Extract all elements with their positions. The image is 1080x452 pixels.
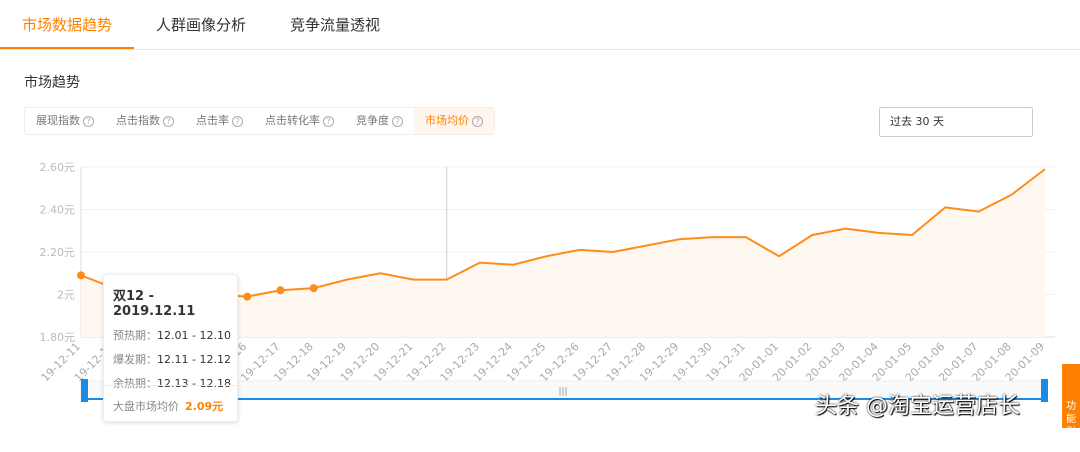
y-tick-label: 2元 <box>57 289 75 302</box>
y-tick-label: 2.20元 <box>40 246 76 259</box>
tooltip-row: 预热期：12.01 - 12.10 <box>104 327 237 343</box>
data-point <box>309 284 318 293</box>
tooltip: 双12 - 2019.12.11 预热期：12.01 - 12.10 爆发期：12… <box>103 274 238 422</box>
y-tick-label: 1.80元 <box>40 331 76 344</box>
tooltip-row-value: 12.11 - 12.12 <box>157 353 231 366</box>
guide-button[interactable]: 功能引导 <box>1062 364 1080 451</box>
zoom-grip-icon: ||| <box>558 387 567 397</box>
tooltip-footer-value: 2.09元 <box>185 400 224 413</box>
tooltip-title: 双12 - 2019.12.11 <box>113 289 196 319</box>
y-tick-label: 2.60元 <box>40 161 76 174</box>
data-point <box>243 292 252 301</box>
watermark: 头条 @淘宝运营店长 <box>815 394 1020 419</box>
zoom-handle-right[interactable] <box>1041 379 1048 402</box>
tooltip-footer: 大盘市场均价 2.09元 <box>104 385 237 414</box>
zoom-handle-left[interactable] <box>81 379 88 402</box>
data-point <box>77 271 85 280</box>
data-point <box>276 286 285 295</box>
tooltip-row-value: 12.01 - 12.10 <box>157 329 231 342</box>
y-tick-label: 2.40元 <box>40 204 76 217</box>
tooltip-footer-label: 大盘市场均价 <box>113 400 179 413</box>
tooltip-row-label: 爆发期： <box>113 353 157 366</box>
tooltip-row: 爆发期：12.11 - 12.12 <box>104 351 237 367</box>
tooltip-row-label: 预热期： <box>113 329 157 342</box>
